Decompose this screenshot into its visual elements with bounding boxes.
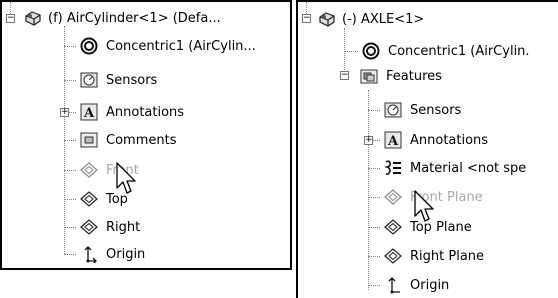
comments-icon [78,129,100,151]
tree-line [64,254,76,255]
mouse-pointer-icon [116,162,136,194]
tree-item-label: Annotations [106,104,185,120]
tree-line [64,199,76,200]
tree-item-sensors[interactable]: Sensors [382,99,461,121]
tree-item-concentric1[interactable]: Concentric1 (AirCylin. [360,40,530,62]
tree-item-origin[interactable]: Origin [382,274,449,296]
tree-line [368,256,380,257]
tree-line [368,90,369,290]
tree-line [64,227,76,228]
tree-item-material[interactable]: Material <not spe [382,157,526,179]
tree-item-label: Concentric1 (AirCylin. [388,43,530,59]
plane-icon [382,216,404,238]
tree-item-label: Origin [410,277,450,293]
plane-icon [78,216,100,238]
tree-line [368,197,380,198]
sensors-icon [78,69,100,91]
tree-item-label: Features [386,68,442,84]
tree-item-right[interactable]: Right [78,216,140,238]
material-icon [382,157,404,179]
collapse-toggle[interactable]: − [340,71,349,80]
concentric-mate-icon [78,35,100,57]
tree-item-label: Right Plane [410,248,485,264]
tree-item-annotations[interactable]: A Annotations [382,129,488,151]
tree-item-label: Concentric1 (AirCylin... [106,38,256,54]
plane-icon [382,186,404,208]
left-feature-tree: − (f) AirCylinder<1> (Defa... Concentric… [0,0,292,270]
expand-toggle[interactable]: + [60,108,69,117]
part-component-icon [316,8,338,30]
tree-item-label: Origin [106,246,146,262]
part-component-icon [22,7,44,29]
expand-toggle[interactable]: + [364,136,373,145]
tree-item-origin[interactable]: Origin [78,243,145,265]
tree-item-label: Sensors [410,102,462,118]
origin-icon [382,274,404,296]
plane-icon [78,188,100,210]
tree-line [344,28,345,76]
plane-icon [78,159,100,181]
plane-icon [382,245,404,267]
concentric-mate-icon [360,40,382,62]
tree-item-label: Comments [106,132,177,148]
sensors-icon [382,99,404,121]
tree-item-comments[interactable]: Comments [78,129,176,151]
svg-text:A: A [387,134,399,149]
tree-root-aircylinder[interactable]: (f) AirCylinder<1> (Defa... [22,7,221,29]
tree-root-label: (f) AirCylinder<1> (Defa... [48,10,221,26]
tree-root-axle[interactable]: (-) AXLE<1> [316,8,424,30]
tree-line [64,140,76,141]
tree-line [368,227,380,228]
tree-item-right-plane[interactable]: Right Plane [382,245,484,267]
tree-item-label: Material <not spe [410,160,527,176]
tree-line [64,46,76,47]
tree-item-label: Sensors [106,72,158,88]
annotations-icon: A [382,129,404,151]
tree-item-features[interactable]: Features [358,65,442,87]
tree-item-sensors[interactable]: Sensors [78,69,157,91]
tree-item-annotations[interactable]: A Annotations [78,101,184,123]
tree-line [368,110,380,111]
tree-line [344,51,358,52]
tree-line [64,80,76,81]
collapse-toggle[interactable]: − [6,14,15,23]
tree-item-label: Right [106,219,141,235]
collapse-toggle[interactable]: − [302,14,311,23]
tree-root-label: (-) AXLE<1> [342,11,425,27]
features-folder-icon [358,65,380,87]
tree-line [64,170,76,171]
mouse-pointer-icon [414,190,434,222]
annotations-icon: A [78,101,100,123]
svg-text:A: A [83,106,95,121]
tree-line [368,285,380,286]
origin-icon [78,243,100,265]
tree-item-concentric1[interactable]: Concentric1 (AirCylin... [78,35,256,57]
tree-item-label: Annotations [410,132,489,148]
tree-line [368,168,380,169]
right-feature-tree: − (-) AXLE<1> Concentric1 (AirCylin. − F… [296,0,558,298]
